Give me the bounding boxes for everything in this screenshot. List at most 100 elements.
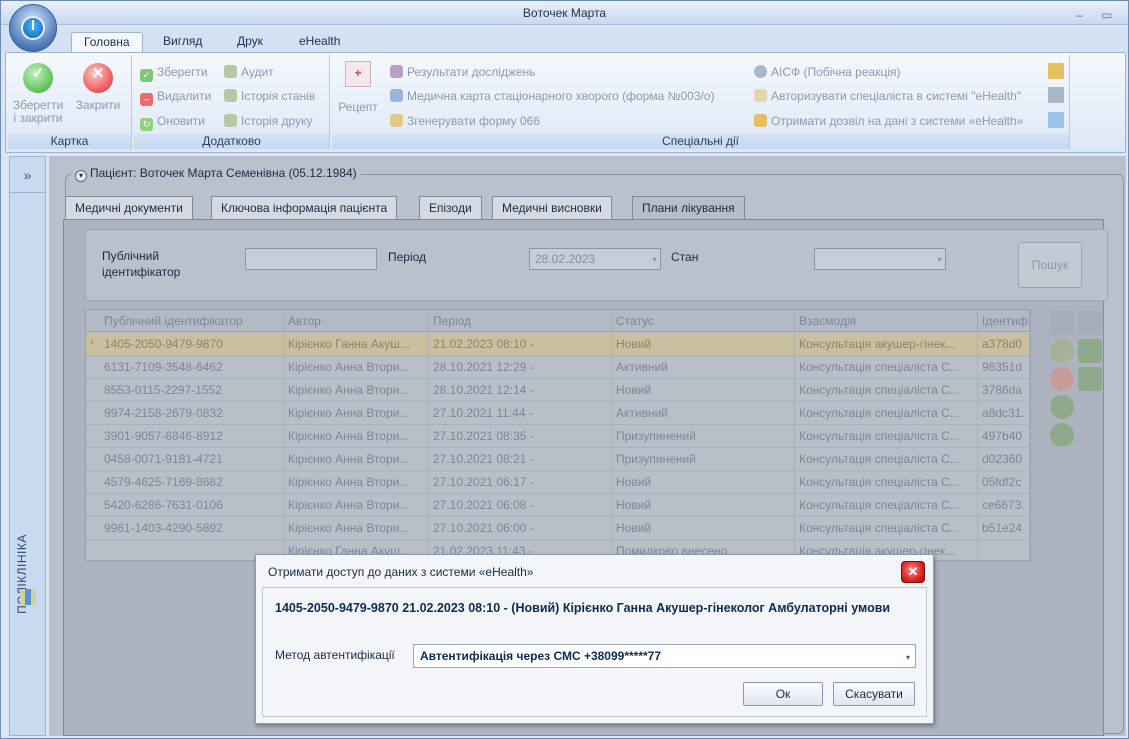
title-bar: Вoточек Марта – ▭ bbox=[1, 1, 1128, 25]
expand-panel-button[interactable]: » bbox=[10, 157, 45, 193]
treatment-plans-table: Публічний ідентифікатор Автор Період Ста… bbox=[85, 309, 1031, 563]
audit-button[interactable]: Аудит bbox=[224, 63, 274, 81]
authorize-button[interactable]: Авторизувати спеціаліста в системі "eHea… bbox=[754, 87, 1021, 105]
folder-icon[interactable] bbox=[1048, 63, 1064, 79]
print-history-button[interactable]: Історія друку bbox=[224, 112, 312, 130]
table-row[interactable]: 6131-7109-3548-6462 Кірієнко Анна Втори..… bbox=[86, 356, 1030, 379]
tab-episodes[interactable]: Епізоди bbox=[419, 196, 482, 220]
dialog-title: Отримати доступ до даних з системи «eHea… bbox=[268, 565, 534, 579]
state-select[interactable]: ▾ bbox=[814, 248, 946, 270]
cell-identifier: a378d0 bbox=[978, 333, 1030, 355]
cell-status: Призупинений bbox=[612, 425, 795, 447]
cell-public-id: 5420-6286-7631-0106 bbox=[100, 494, 284, 516]
cell-author: Кірієнко Анна Втори... bbox=[284, 517, 429, 539]
cancel-icon: ✕ bbox=[83, 63, 113, 93]
col-identifier[interactable]: Ідентиф bbox=[978, 310, 1030, 332]
cell-identifier: b51e24 bbox=[978, 517, 1030, 539]
tab-view[interactable]: Вигляд bbox=[151, 32, 214, 53]
close-button[interactable]: ✕ Закрити bbox=[70, 63, 126, 112]
close-label: Закрити bbox=[75, 98, 121, 112]
panel-caption[interactable]: ПОЛІКЛІНІКА bbox=[12, 507, 42, 737]
table-row[interactable]: 3901-9057-6846-8912 Кірієнко Анна Втори..… bbox=[86, 425, 1030, 448]
aisf-button[interactable]: АІСФ (Побічна реакція) bbox=[754, 63, 901, 81]
dialog-close-button[interactable]: ✕ bbox=[901, 561, 925, 583]
cell-identifier: 98351d bbox=[978, 356, 1030, 378]
table-row[interactable]: 5420-6286-7631-0106 Кірієнко Анна Втори..… bbox=[86, 494, 1030, 517]
ehealth-access-dialog: Отримати доступ до даних з системи «eHea… bbox=[255, 554, 934, 724]
cell-period: 28.10.2021 12:14 - bbox=[429, 379, 612, 401]
tab-conclusions[interactable]: Медичні висновки bbox=[492, 196, 612, 220]
search-button[interactable]: Пошук bbox=[1018, 242, 1082, 288]
col-public-id[interactable]: Публічний ідентифікатор bbox=[100, 310, 284, 332]
table-row[interactable]: 9974-2158-2679-0832 Кірієнко Анна Втори..… bbox=[86, 402, 1030, 425]
col-status[interactable]: Статус bbox=[612, 310, 795, 332]
tab-print[interactable]: Друк bbox=[225, 32, 275, 53]
wrench-icon[interactable] bbox=[1078, 311, 1102, 335]
grid-icon[interactable] bbox=[1048, 87, 1064, 103]
power-icon bbox=[21, 16, 45, 40]
cell-public-id: 1405-2050-9479-9870 bbox=[100, 333, 284, 355]
cancel-button[interactable]: Скасувати bbox=[833, 682, 915, 706]
tab-home[interactable]: Головна bbox=[71, 32, 143, 53]
collapse-icon[interactable]: ▾ bbox=[75, 170, 87, 182]
cell-period: 27.10.2021 06:08 - bbox=[429, 494, 612, 516]
generate-form-button[interactable]: Згенерувати форму 066 bbox=[390, 112, 540, 130]
period-date-picker[interactable]: 28.02.2023 ▾ bbox=[529, 248, 661, 270]
save-label: Зберегти bbox=[157, 65, 208, 79]
public-id-input[interactable] bbox=[245, 248, 377, 270]
image-icon[interactable] bbox=[1048, 112, 1064, 128]
edit-icon[interactable] bbox=[1078, 339, 1102, 363]
col-author[interactable]: Автор bbox=[284, 310, 429, 332]
table-row[interactable]: 0458-0071-9181-4721 Кірієнко Анна Втори..… bbox=[86, 448, 1030, 471]
state-history-button[interactable]: Історія станів bbox=[224, 87, 315, 105]
save-close-button[interactable]: ✓ Зберегти і закрити bbox=[10, 63, 66, 125]
table-row[interactable]: › 1405-2050-9479-9870 Кірієнко Ганна Акуш.… bbox=[86, 333, 1030, 356]
auth-method-label: Метод автентифікації bbox=[275, 648, 395, 662]
cell-interaction: Консультація спеціаліста С... bbox=[795, 517, 978, 539]
table-row[interactable]: 8553-0115-2297-1552 Кірієнко Анна Втори..… bbox=[86, 379, 1030, 402]
accept-icon[interactable] bbox=[1050, 423, 1074, 447]
ok-button[interactable]: Ок bbox=[743, 682, 823, 706]
group-special-label: Спеціальні дії bbox=[332, 134, 1069, 149]
get-permission-button[interactable]: Отримати дозвіл на дані з системи «eHeal… bbox=[754, 112, 1023, 130]
user-icon bbox=[754, 89, 767, 102]
delete-icon: – bbox=[140, 93, 153, 106]
tab-medical-documents[interactable]: Медичні документи bbox=[65, 196, 193, 220]
cell-period: 27.10.2021 06:17 - bbox=[429, 471, 612, 493]
form-icon bbox=[390, 114, 403, 127]
col-period[interactable]: Період bbox=[429, 310, 612, 332]
delete-icon[interactable] bbox=[1050, 367, 1074, 391]
table-row[interactable]: 9961-1403-4290-5892 Кірієнко Анна Втори..… bbox=[86, 517, 1030, 540]
cancel-icon[interactable] bbox=[1050, 339, 1074, 363]
tab-key-info[interactable]: Ключова інформація пацієнта bbox=[211, 196, 398, 220]
folder-icon bbox=[754, 114, 767, 127]
refresh-button[interactable]: ↻ Оновити bbox=[140, 112, 205, 131]
recipe-icon: + bbox=[345, 61, 371, 87]
save-button[interactable]: ✓ Зберегти bbox=[140, 63, 208, 82]
recipe-button[interactable]: + Рецепт bbox=[336, 61, 380, 114]
tab-ehealth[interactable]: eHealth bbox=[287, 32, 352, 53]
cell-identifier: 3786da bbox=[978, 379, 1030, 401]
auth-method-select[interactable]: Автентифікація через СМС +38099*****77 ▾ bbox=[413, 644, 916, 668]
medical-card-button[interactable]: Медична карта стаціонарного хворого (фор… bbox=[390, 87, 715, 105]
app-menu-orb[interactable] bbox=[9, 4, 57, 52]
add-icon[interactable] bbox=[1050, 395, 1074, 419]
cell-public-id: 6131-7109-3548-6462 bbox=[100, 356, 284, 378]
aisf-icon bbox=[754, 65, 767, 78]
flag-icon[interactable] bbox=[1078, 367, 1102, 391]
close-icon: ✕ bbox=[907, 564, 919, 579]
tab-treatment-plans[interactable]: Плани лікування bbox=[632, 196, 745, 221]
restore-button[interactable]: ▭ bbox=[1101, 3, 1112, 27]
research-results-button[interactable]: Результати досліджень bbox=[390, 63, 536, 81]
cell-interaction: Консультація спеціаліста С... bbox=[795, 379, 978, 401]
table-row[interactable]: 4579-4625-7169-8682 Кірієнко Анна Втори..… bbox=[86, 471, 1030, 494]
window-title: Вoточек Марта bbox=[522, 6, 607, 20]
document-icon[interactable] bbox=[1050, 311, 1074, 335]
patient-header[interactable]: ▾ Пацієнт: Воточек Марта Семенівна (05.12… bbox=[71, 166, 361, 182]
minimize-button[interactable]: – bbox=[1076, 3, 1083, 27]
cell-identifier: 05fdf2c bbox=[978, 471, 1030, 493]
table-side-toolbar bbox=[1048, 309, 1108, 449]
col-interaction[interactable]: Взаємодія bbox=[795, 310, 978, 332]
delete-button[interactable]: – Видалити bbox=[140, 87, 211, 106]
group-extra-label: Додатково bbox=[134, 134, 329, 149]
